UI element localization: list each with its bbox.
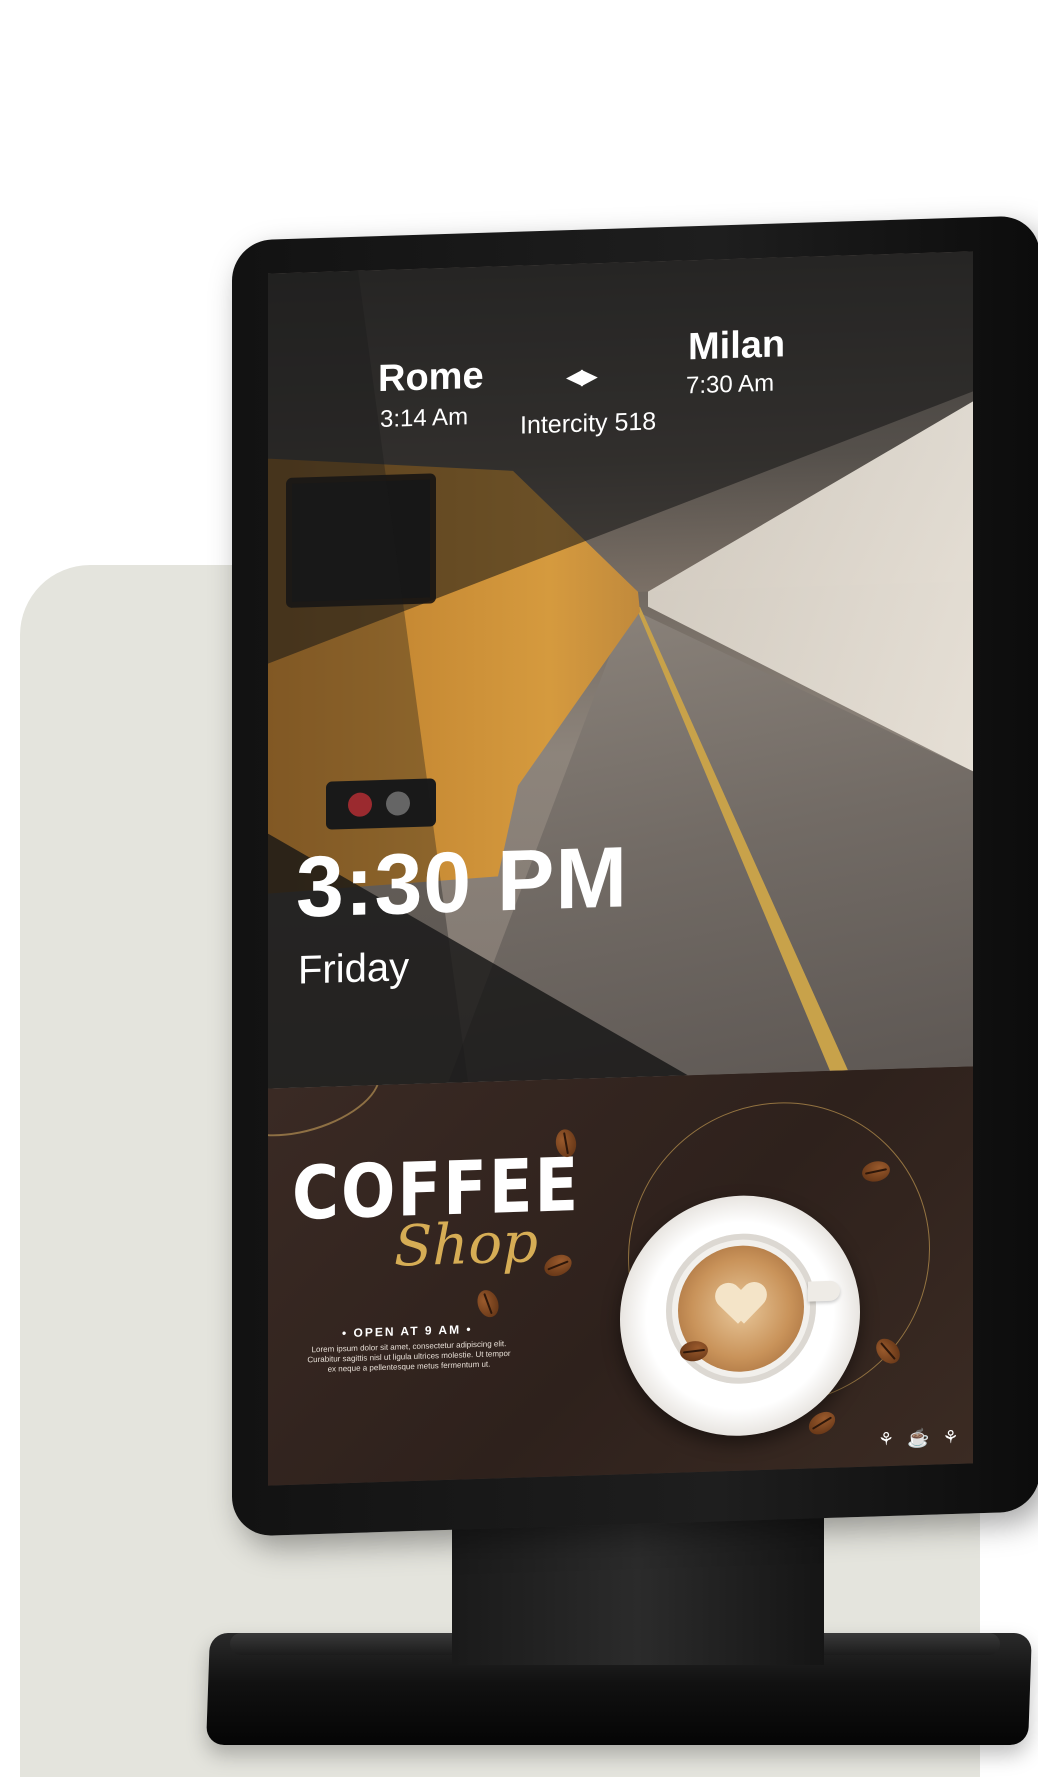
- train-station-photo: Rome 3:14 Am ◀▶ Intercity 518 Milan 7:30…: [268, 251, 973, 1089]
- coffee-bean-icon: [804, 1407, 840, 1440]
- train-name: Intercity 518: [520, 407, 657, 440]
- destination-time: 7:30 Am: [686, 369, 775, 400]
- coffee-cup-handle: [808, 1280, 840, 1302]
- latte-art-heart-icon: [718, 1283, 764, 1328]
- direction-arrows-icon: ◀▶: [566, 363, 596, 390]
- ad-footer-icons: ⚘ ☕ ⚘: [878, 1426, 963, 1450]
- ad-title-shop: Shop: [394, 1210, 538, 1280]
- clock-day: Friday: [298, 945, 410, 993]
- kiosk-screen: Rome 3:14 Am ◀▶ Intercity 518 Milan 7:30…: [268, 251, 973, 1486]
- digital-signage-kiosk: Rome 3:14 Am ◀▶ Intercity 518 Milan 7:30…: [232, 215, 1038, 1537]
- origin-time: 3:14 Am: [380, 403, 469, 434]
- clock-time: 3:30 PM: [296, 829, 629, 936]
- ad-open-hours: • OPEN AT 9 AM •: [342, 1322, 473, 1341]
- coffee-shop-ad: COFFEE Shop • OPEN AT 9 AM • Lorem ipsum…: [268, 1066, 973, 1486]
- ad-body-text: Lorem ipsum dolor sit amet, consectetur …: [307, 1339, 511, 1374]
- coffee-bean-icon: [473, 1286, 503, 1321]
- coffee-bean-icon: [541, 1250, 575, 1280]
- destination-city: Milan: [688, 323, 786, 369]
- origin-city: Rome: [378, 354, 484, 401]
